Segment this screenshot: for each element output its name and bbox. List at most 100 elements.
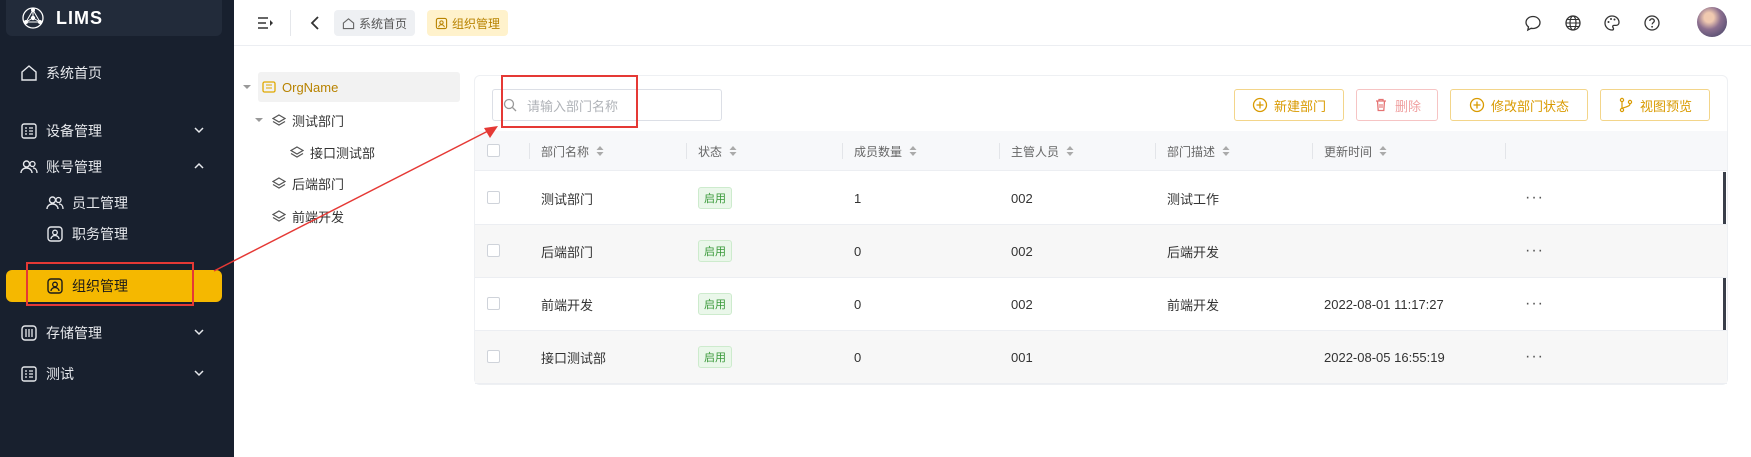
sidebar-item-test[interactable]: 测试 (6, 358, 222, 390)
folder-icon (262, 81, 276, 93)
sidebar-item-label: 存储管理 (46, 325, 102, 341)
column-divider (529, 143, 530, 159)
trash-icon (1375, 98, 1386, 112)
layers-icon (290, 146, 304, 158)
menu-toggle-button[interactable] (254, 12, 276, 34)
tree-node-label: OrgName (282, 79, 339, 95)
caret-down-icon[interactable] (254, 115, 264, 125)
table-row[interactable]: 后端部门 启用 0 002 后端开发 ··· (475, 225, 1727, 278)
cell-description: 前端开发 (1167, 297, 1220, 313)
sidebar-item-accounts[interactable]: 账号管理 (6, 151, 222, 183)
highlight-box-sidebar (26, 262, 194, 306)
sidebar-item-label: 账号管理 (46, 159, 102, 175)
language-button[interactable] (1562, 12, 1584, 34)
chevron-down-icon (194, 329, 204, 336)
column-header-status[interactable]: 状态 (698, 131, 738, 171)
status-badge: 启用 (698, 346, 732, 368)
theme-button[interactable] (1601, 12, 1623, 34)
column-header-description[interactable]: 部门描述 (1167, 131, 1231, 171)
sidebar: LIMS 系统首页 设备管理 账号管理 员工管理 职务管理 组织管理 存储管理 … (0, 0, 234, 457)
cell-status: 启用 (698, 278, 732, 330)
sort-icon (1222, 146, 1230, 156)
app-logo[interactable]: LIMS (6, 0, 222, 36)
divider (290, 10, 291, 36)
sort-icon (596, 146, 604, 156)
row-checkbox[interactable] (487, 350, 500, 363)
cell-manager: 002 (1011, 190, 1033, 206)
table-row[interactable]: 测试部门 启用 1 002 测试工作 ··· (475, 172, 1727, 225)
cell-description: 测试工作 (1167, 191, 1220, 207)
list-icon (21, 123, 37, 139)
tree-node-root[interactable]: OrgName (243, 72, 460, 102)
status-badge: 启用 (698, 240, 732, 262)
org-tree: OrgName 测试部门 接口测试部 后端部门 前端开发 (234, 46, 464, 457)
layers-icon (272, 177, 286, 189)
avatar[interactable] (1697, 7, 1727, 37)
cell-manager: 001 (1011, 349, 1033, 365)
tree-node[interactable]: 前端开发 (272, 201, 344, 231)
help-button[interactable] (1641, 12, 1663, 34)
row-checkbox[interactable] (487, 191, 500, 204)
cell-status: 启用 (698, 331, 732, 383)
column-header-name[interactable]: 部门名称 (541, 131, 605, 171)
chevron-left-icon (310, 16, 319, 30)
highlight-box-search (501, 75, 638, 128)
select-all-checkbox[interactable] (487, 144, 500, 157)
cell-members: 0 (854, 243, 862, 259)
sidebar-item-label: 测试 (46, 366, 74, 382)
button-label: 删除 (1394, 98, 1421, 114)
sort-icon (729, 146, 737, 156)
sidebar-item-devices[interactable]: 设备管理 (6, 115, 222, 147)
sidebar-item-home[interactable]: 系统首页 (6, 57, 222, 89)
cell-name: 测试部门 (541, 191, 594, 207)
new-department-button[interactable]: 新建部门 (1234, 89, 1344, 121)
sidebar-item-positions[interactable]: 职务管理 (6, 218, 222, 250)
tab-organization[interactable]: 组织管理 (427, 10, 509, 36)
column-divider (842, 143, 843, 159)
tab-label: 系统首页 (359, 16, 408, 31)
row-checkbox[interactable] (487, 297, 500, 310)
sidebar-item-label: 设备管理 (46, 123, 102, 139)
users-icon (20, 160, 38, 174)
column-divider (1155, 143, 1156, 159)
button-label: 新建部门 (1273, 98, 1326, 114)
home-icon (21, 65, 37, 81)
sidebar-item-employees[interactable]: 员工管理 (6, 187, 222, 219)
layers-icon (272, 114, 286, 126)
cell-name: 前端开发 (541, 297, 594, 313)
more-actions-button[interactable]: ··· (1525, 331, 1544, 383)
back-button[interactable] (304, 12, 326, 34)
delete-button[interactable]: 删除 (1356, 89, 1438, 121)
caret-down-icon[interactable] (242, 82, 252, 92)
cell-manager: 002 (1011, 243, 1033, 259)
cell-name: 后端部门 (541, 244, 594, 260)
more-actions-button[interactable]: ··· (1525, 278, 1544, 330)
table-header: 部门名称 状态 成员数量 主管人员 部门描述 更新时间 (475, 131, 1727, 171)
badge-icon (435, 17, 448, 29)
app-name: LIMS (56, 7, 103, 28)
tree-node[interactable]: 测试部门 (254, 105, 344, 135)
more-actions-button[interactable]: ··· (1525, 225, 1544, 277)
tree-node[interactable]: 后端部门 (272, 168, 344, 198)
table-row[interactable]: 接口测试部 启用 0 001 2022-08-05 16:55:19 ··· (475, 331, 1727, 384)
table-row[interactable]: 前端开发 启用 0 002 前端开发 2022-08-01 11:17:27 ·… (475, 278, 1727, 331)
top-bar: 系统首页 组织管理 (234, 0, 1751, 46)
badge-icon (47, 226, 63, 242)
tree-node[interactable]: 接口测试部 (290, 137, 375, 167)
column-header-members[interactable]: 成员数量 (854, 131, 918, 171)
tree-node-label: 接口测试部 (310, 145, 376, 161)
button-label: 视图预览 (1639, 98, 1692, 114)
more-actions-button[interactable]: ··· (1525, 172, 1544, 224)
column-header-manager[interactable]: 主管人员 (1011, 131, 1075, 171)
sidebar-item-storage[interactable]: 存储管理 (6, 317, 222, 349)
users-icon (46, 196, 64, 210)
change-status-button[interactable]: 修改部门状态 (1450, 89, 1588, 121)
column-header-updated[interactable]: 更新时间 (1324, 131, 1388, 171)
messages-button[interactable] (1522, 12, 1544, 34)
row-checkbox[interactable] (487, 244, 500, 257)
row-edge-marker (1723, 172, 1726, 224)
palette-icon (1604, 15, 1620, 31)
storage-icon (21, 325, 37, 341)
tab-home[interactable]: 系统首页 (334, 10, 416, 36)
view-preview-button[interactable]: 视图预览 (1600, 89, 1710, 121)
